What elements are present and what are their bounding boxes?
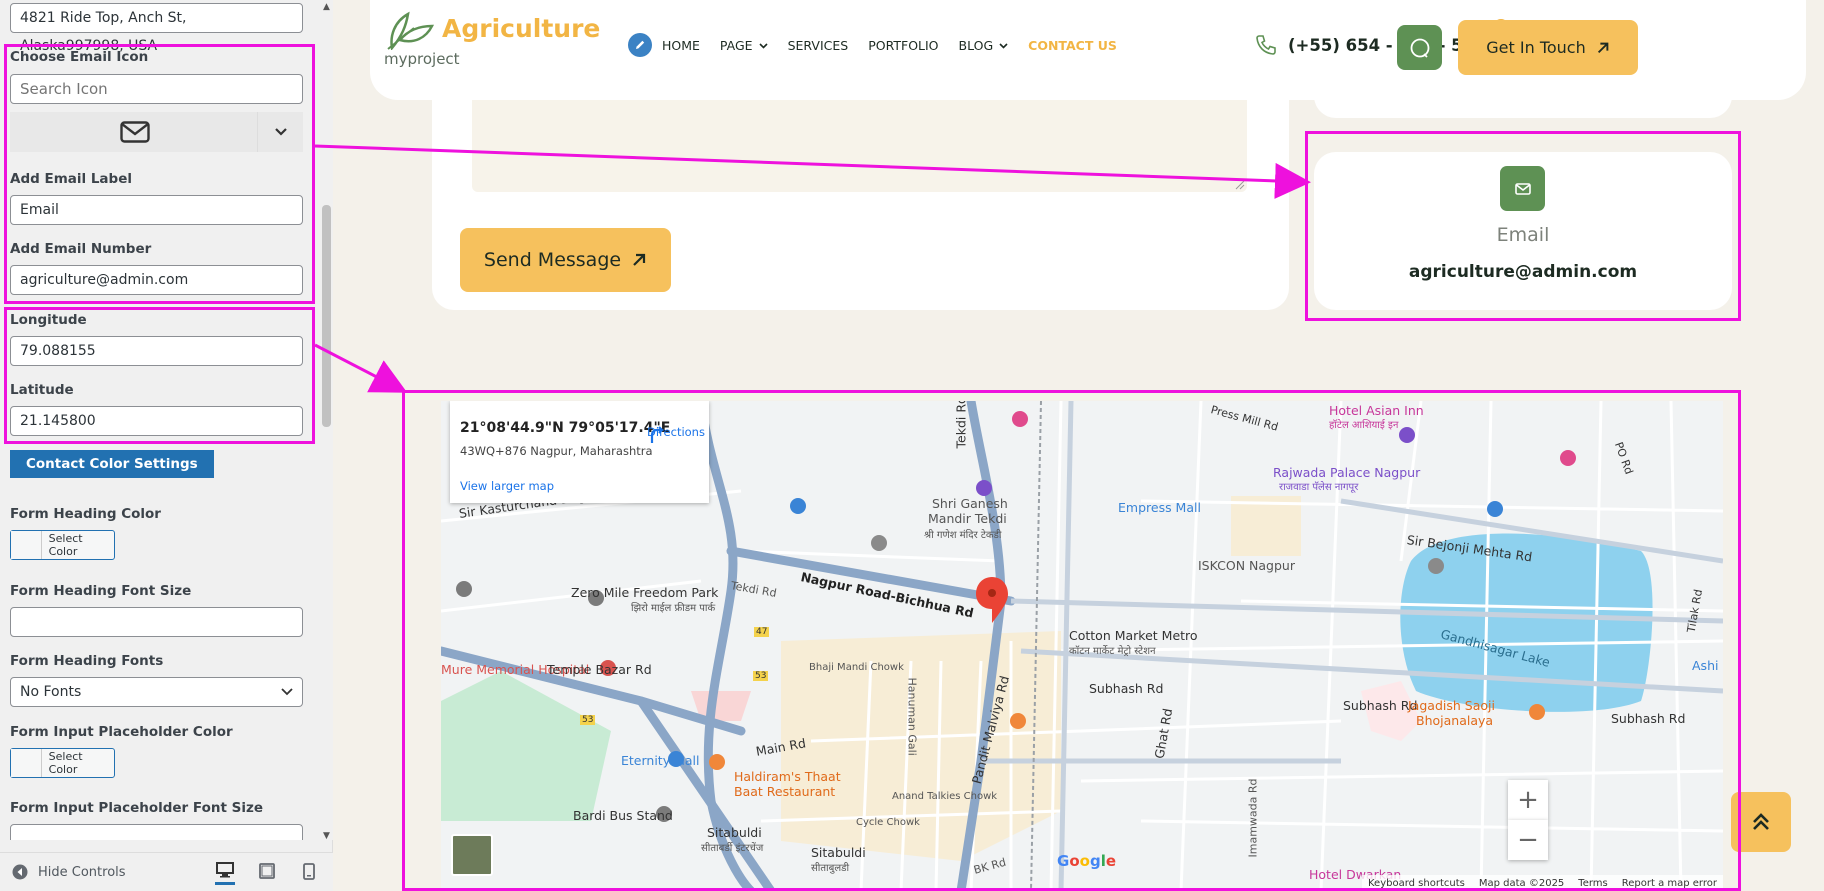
form-heading-font-size-label: Form Heading Font Size <box>10 583 192 599</box>
annotation-box-email-card <box>1305 131 1741 321</box>
select-color-label: Select Color <box>48 750 83 776</box>
form-heading-fonts-select[interactable]: No Fonts <box>10 677 303 707</box>
color-swatch <box>11 749 42 777</box>
form-heading-fonts-label: Form Heading Fonts <box>10 653 164 669</box>
customizer-panel: 4821 Ride Top, Anch St, Alaska997998, US… <box>0 0 333 891</box>
menu-item-label: HOME <box>662 38 700 53</box>
leaf-logo-icon <box>387 11 435 50</box>
panel-footer: Hide Controls <box>0 852 333 891</box>
form-heading-font-size-group: Form Heading Font Size <box>10 583 303 637</box>
arrow-up-right-icon <box>1597 42 1609 53</box>
form-input-placeholder-font-size-group: Form Input Placeholder Font Size <box>10 800 303 840</box>
brand-subtitle: myproject <box>384 50 460 68</box>
menu-item-blog[interactable]: BLOG <box>959 38 1009 53</box>
address-field-wrap: 4821 Ride Top, Anch St, Alaska997998, US… <box>10 3 303 54</box>
double-chevron-up-icon <box>1753 813 1769 830</box>
form-heading-fonts-value: No Fonts <box>20 684 82 700</box>
scrollbar-thumb[interactable] <box>322 205 331 427</box>
chevron-down-icon <box>759 42 768 49</box>
edit-menu-button[interactable] <box>628 33 652 57</box>
desktop-icon <box>216 861 234 877</box>
resize-handle-icon[interactable] <box>1235 180 1245 190</box>
get-in-touch-button[interactable]: Get In Touch <box>1458 20 1638 75</box>
form-input-placeholder-font-size-label: Form Input Placeholder Font Size <box>10 800 263 816</box>
panel-scrollbar[interactable]: ▲ ▼ <box>320 0 333 841</box>
annotation-box-location <box>4 307 315 444</box>
form-heading-font-size-input[interactable] <box>10 607 303 637</box>
form-heading-color-group: Form Heading Color Select Color <box>10 506 161 560</box>
annotation-box-map <box>402 390 1741 891</box>
chevron-down-icon <box>999 42 1008 49</box>
pencil-icon <box>636 40 645 49</box>
menu-item-home[interactable]: HOME <box>662 38 700 53</box>
form-heading-fonts-group: Form Heading Fonts No Fonts <box>10 653 303 707</box>
form-input-placeholder-color-picker[interactable]: Select Color <box>10 748 115 778</box>
form-input-placeholder-font-size-input[interactable] <box>10 824 303 840</box>
site-header: Agriculture myproject HOME PAGE SERVICES… <box>370 0 1806 100</box>
scroll-up-arrow-icon[interactable]: ▲ <box>322 3 331 12</box>
menu-item-label: CONTACT US <box>1028 38 1117 53</box>
send-message-label: Send Message <box>483 249 622 271</box>
select-color-label: Select Color <box>48 532 83 558</box>
tablet-preview-button[interactable] <box>257 861 277 881</box>
menu-item-page[interactable]: PAGE <box>720 38 768 53</box>
menu-item-services[interactable]: SERVICES <box>788 38 849 53</box>
phone-icon <box>1256 35 1276 55</box>
color-swatch <box>11 531 42 559</box>
form-input-placeholder-color-group: Form Input Placeholder Color Select Colo… <box>10 724 233 778</box>
send-message-button[interactable]: Send Message <box>460 228 671 292</box>
scroll-down-arrow-icon[interactable]: ▼ <box>322 832 331 841</box>
menu-item-label: PORTFOLIO <box>868 38 939 53</box>
menu-item-label: SERVICES <box>787 38 849 53</box>
menu-item-label: PAGE <box>719 38 753 53</box>
desktop-preview-button[interactable] <box>215 857 235 885</box>
contact-form-card: Send Message <box>432 80 1289 310</box>
site-preview: Send Message Email agriculture@admin.com… <box>333 0 1824 891</box>
address-input[interactable]: 4821 Ride Top, Anch St, Alaska997998, US… <box>10 3 303 54</box>
main-menu: HOME PAGE SERVICES PORTFOLIO BLOG CONTAC… <box>662 38 1117 53</box>
form-input-placeholder-color-label: Form Input Placeholder Color <box>10 724 233 740</box>
mobile-preview-button[interactable] <box>299 861 319 881</box>
mobile-icon <box>303 862 315 880</box>
arrow-up-right-icon <box>633 253 646 266</box>
chevron-down-icon <box>281 688 293 696</box>
site-logo[interactable]: Agriculture myproject <box>384 8 600 78</box>
contact-color-settings-button[interactable]: Contact Color Settings <box>10 450 214 478</box>
collapse-arrow-icon <box>12 864 28 880</box>
hide-controls-button[interactable]: Hide Controls <box>12 864 126 880</box>
annotation-box-email <box>4 44 315 304</box>
search-button[interactable] <box>1397 25 1442 70</box>
tablet-icon <box>259 863 275 879</box>
form-heading-color-label: Form Heading Color <box>10 506 161 522</box>
search-icon <box>1410 38 1429 58</box>
panel-scroll-area: 4821 Ride Top, Anch St, Alaska997998, US… <box>0 0 320 840</box>
hide-controls-label: Hide Controls <box>38 864 126 880</box>
form-heading-color-picker[interactable]: Select Color <box>10 530 115 560</box>
device-switcher <box>215 861 319 885</box>
brand-name: Agriculture <box>442 14 601 43</box>
menu-item-contact-us[interactable]: CONTACT US <box>1028 38 1117 53</box>
get-in-touch-label: Get In Touch <box>1486 38 1586 57</box>
menu-item-label: BLOG <box>958 38 994 53</box>
menu-item-portfolio[interactable]: PORTFOLIO <box>868 38 938 53</box>
